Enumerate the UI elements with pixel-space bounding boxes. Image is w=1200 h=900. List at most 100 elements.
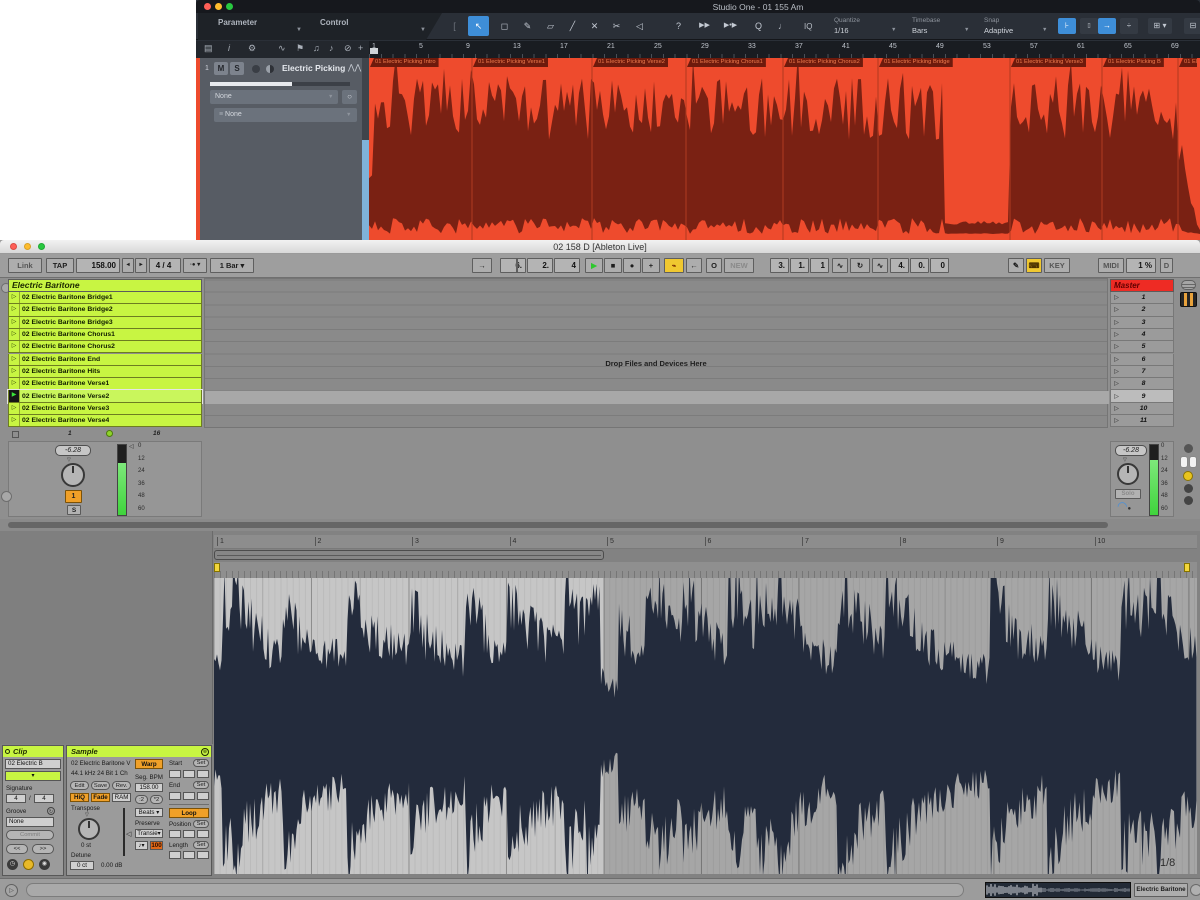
grid-chooser[interactable]: ♪▾ xyxy=(135,841,148,850)
track-delay-toggle[interactable] xyxy=(1184,484,1193,493)
tempo-field[interactable]: 158.00 xyxy=(76,258,120,273)
chevron-down-icon[interactable]: ▼ xyxy=(346,112,351,118)
io-section-toggle[interactable] xyxy=(1184,444,1193,453)
crossfade-a-toggle[interactable] xyxy=(1180,456,1188,468)
arrangement-clip-label[interactable]: 01 Ele xyxy=(1179,58,1197,67)
crossfader-section-toggle[interactable] xyxy=(1184,496,1193,505)
parameter-menu[interactable]: Parameter xyxy=(218,18,257,27)
length-beats[interactable] xyxy=(183,851,195,859)
position-set-button[interactable]: Set xyxy=(193,820,209,828)
tap-button[interactable]: TAP xyxy=(46,258,74,273)
stop-button[interactable]: ■ xyxy=(604,258,622,273)
hiq-button[interactable]: HiQ xyxy=(70,793,89,802)
scene-slot[interactable]: ▷6 xyxy=(1110,354,1174,366)
gain-slider-handle[interactable]: ◁ xyxy=(126,830,131,838)
automation-arm-button[interactable]: ⌁ xyxy=(664,258,684,273)
fade-button[interactable]: Fade xyxy=(91,793,110,802)
arrangement-area[interactable]: 01 Electric Picking Intro 01 Electric Pic… xyxy=(369,58,1200,240)
track-activator-button[interactable]: 1 xyxy=(65,490,82,503)
scene-play-icon[interactable]: ▷ xyxy=(1111,417,1122,424)
clip-activator-icon[interactable] xyxy=(5,749,10,754)
arrangement-clip-label[interactable]: 01 Electric Picking Bridge xyxy=(879,58,953,67)
quantize-value[interactable]: 1/16 xyxy=(834,26,849,35)
mute-button[interactable]: M xyxy=(214,62,228,75)
q-button[interactable]: Q xyxy=(748,16,769,36)
pan-knob[interactable] xyxy=(61,463,85,487)
scene-play-icon[interactable]: ▷ xyxy=(1111,343,1122,350)
chevron-down-icon[interactable]: ▼ xyxy=(891,27,896,33)
sample-editor[interactable]: 12345678910 1/8 xyxy=(214,535,1197,878)
clip-play-icon[interactable]: ▷ xyxy=(9,403,20,414)
timebase-value[interactable]: Bars xyxy=(912,26,927,35)
scene-play-icon[interactable]: ▷ xyxy=(1111,294,1122,301)
hot-swap-icon[interactable]: ⊛ xyxy=(201,748,209,756)
track-volume-field[interactable]: -6.28 xyxy=(55,445,91,456)
signature-denominator[interactable]: 4 xyxy=(34,794,54,803)
half-tempo-button[interactable]: :2 xyxy=(135,795,148,804)
chevron-down-icon[interactable]: ▼ xyxy=(964,27,969,33)
save-button[interactable]: Save xyxy=(91,781,110,790)
clip-play-icon[interactable]: ▶ xyxy=(9,390,20,401)
preserve-chooser[interactable]: Transie▾ xyxy=(135,829,163,838)
note-icon[interactable]: ♪ xyxy=(329,43,334,53)
time-tool-icon[interactable]: [ xyxy=(444,16,465,36)
split-tool-icon[interactable]: ✂ xyxy=(606,16,627,36)
studio-one-titlebar[interactable]: Studio One - 01 155 Am xyxy=(196,0,1200,13)
groove-chooser[interactable]: None xyxy=(6,817,54,827)
seg-bpm-field[interactable]: 158.00 xyxy=(135,783,163,792)
clip-play-icon[interactable]: ▷ xyxy=(9,415,20,426)
clip-start-marker[interactable] xyxy=(214,563,220,572)
add-track-icon[interactable]: + xyxy=(358,43,363,53)
scene-slot[interactable]: ▷8 xyxy=(1110,378,1174,390)
clip-play-icon[interactable]: ▷ xyxy=(9,354,20,365)
disable-icon[interactable]: ⊘ xyxy=(344,43,352,54)
notes-icon[interactable]: ♫ xyxy=(313,43,320,53)
follow-button[interactable]: → xyxy=(472,258,492,273)
pencil-tool-icon[interactable]: ✎ xyxy=(517,16,538,36)
help-button[interactable]: ? xyxy=(668,16,689,36)
envelope-box-toggle[interactable]: ◉ xyxy=(39,859,50,870)
end-bars[interactable] xyxy=(169,792,181,800)
warp-mode-chooser[interactable]: Beats ▾ xyxy=(135,808,163,817)
monitor-icon[interactable] xyxy=(266,65,274,73)
scene-play-icon[interactable]: ▷ xyxy=(1111,368,1122,375)
loop-toggle-icon[interactable]: ↻ xyxy=(850,258,870,273)
arrangement-clip-label[interactable]: 01 Electric Picking Verse1 xyxy=(473,58,548,67)
arrangement-clip-label[interactable]: 01 Electric Picking Verse3 xyxy=(1011,58,1086,67)
end-beats[interactable] xyxy=(183,792,195,800)
scene-play-icon[interactable]: ▷ xyxy=(1111,319,1122,326)
scene-slot[interactable]: ▷3 xyxy=(1110,317,1174,329)
clip-play-icon[interactable]: ▷ xyxy=(9,341,20,352)
reverse-button[interactable]: Rev. xyxy=(112,781,131,790)
clip-slot[interactable]: ▷02 Electric Baritone Chorus2 xyxy=(8,341,202,353)
track-name[interactable]: Electric Picking xyxy=(282,63,345,73)
master-pan-knob[interactable] xyxy=(1117,463,1139,485)
io-circle-icon[interactable]: ○ xyxy=(342,90,357,104)
commit-button[interactable]: Commit xyxy=(6,830,54,840)
start-beats[interactable] xyxy=(183,770,195,778)
clip-slot[interactable]: ▷02 Electric Baritone End xyxy=(8,354,202,366)
length-sixteenths[interactable] xyxy=(197,851,209,859)
status-clip-button[interactable]: Electric Baritone xyxy=(1134,883,1188,897)
draw-mode-button[interactable]: ✎ xyxy=(1008,258,1024,273)
scrollbar-thumb[interactable] xyxy=(362,140,369,240)
arrangement-clip-label[interactable]: 01 Electric Picking Chorus2 xyxy=(784,58,863,67)
editor-ruler[interactable]: 12345678910 xyxy=(214,535,1197,549)
snap-toggle-icon[interactable]: ⊦ xyxy=(1058,18,1076,34)
arrangement-clip-label[interactable]: 01 Electric Picking Intro xyxy=(370,58,439,67)
ram-button[interactable]: RAM xyxy=(112,793,131,802)
chevron-down-icon[interactable]: ▼ xyxy=(420,27,426,33)
quantization-menu[interactable]: 1 Bar ▾ xyxy=(210,258,254,273)
new-button[interactable]: NEW xyxy=(724,258,754,273)
metronome-button[interactable]: ◦● ▾ xyxy=(183,258,207,273)
clip-stop-button[interactable] xyxy=(12,431,19,438)
track-height-icon[interactable]: ⊟ xyxy=(1184,18,1200,34)
chevron-down-icon[interactable]: ▼ xyxy=(328,94,333,100)
position-sixteenths[interactable] xyxy=(197,830,209,838)
clip-slot[interactable]: ▶02 Electric Baritone Verse2 xyxy=(8,390,202,402)
clip-slot[interactable]: ▷02 Electric Baritone Hits xyxy=(8,366,202,378)
master-solo-button[interactable]: Solo xyxy=(1115,489,1141,499)
clip-overview-thumbnail[interactable] xyxy=(985,882,1131,898)
scene-play-icon[interactable]: ▷ xyxy=(1111,356,1122,363)
scene-play-icon[interactable]: ▷ xyxy=(1111,405,1122,412)
